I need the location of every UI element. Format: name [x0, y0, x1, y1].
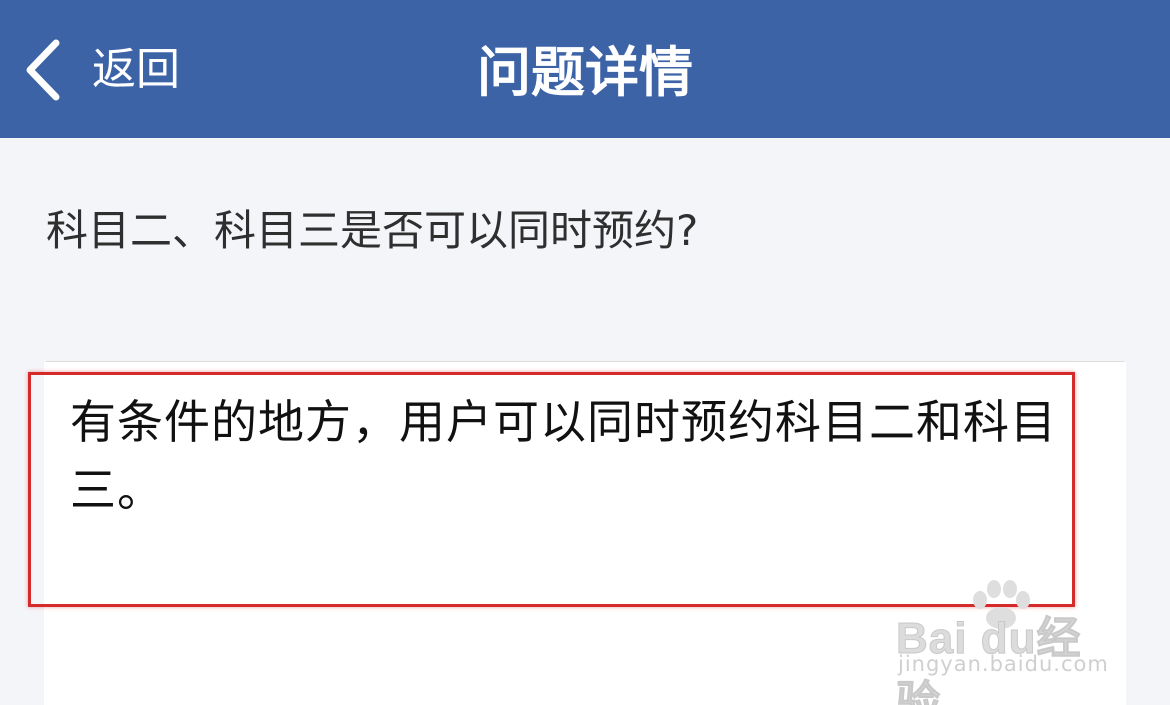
navigation-bar: 返回 问题详情: [0, 0, 1170, 138]
watermark-domain: jingyan.baidu.com: [898, 652, 1109, 676]
question-text: 科目二、科目三是否可以同时预约?: [46, 206, 699, 255]
highlight-annotation-box: [28, 372, 1075, 607]
app-screen: 返回 问题详情 科目二、科目三是否可以同时预约? 有条件的地方，用户可以同时预约…: [0, 0, 1170, 705]
baidu-jingyan-watermark: Bai du经验 jingyan.baidu.com: [896, 580, 1109, 705]
page-title: 问题详情: [477, 41, 693, 104]
